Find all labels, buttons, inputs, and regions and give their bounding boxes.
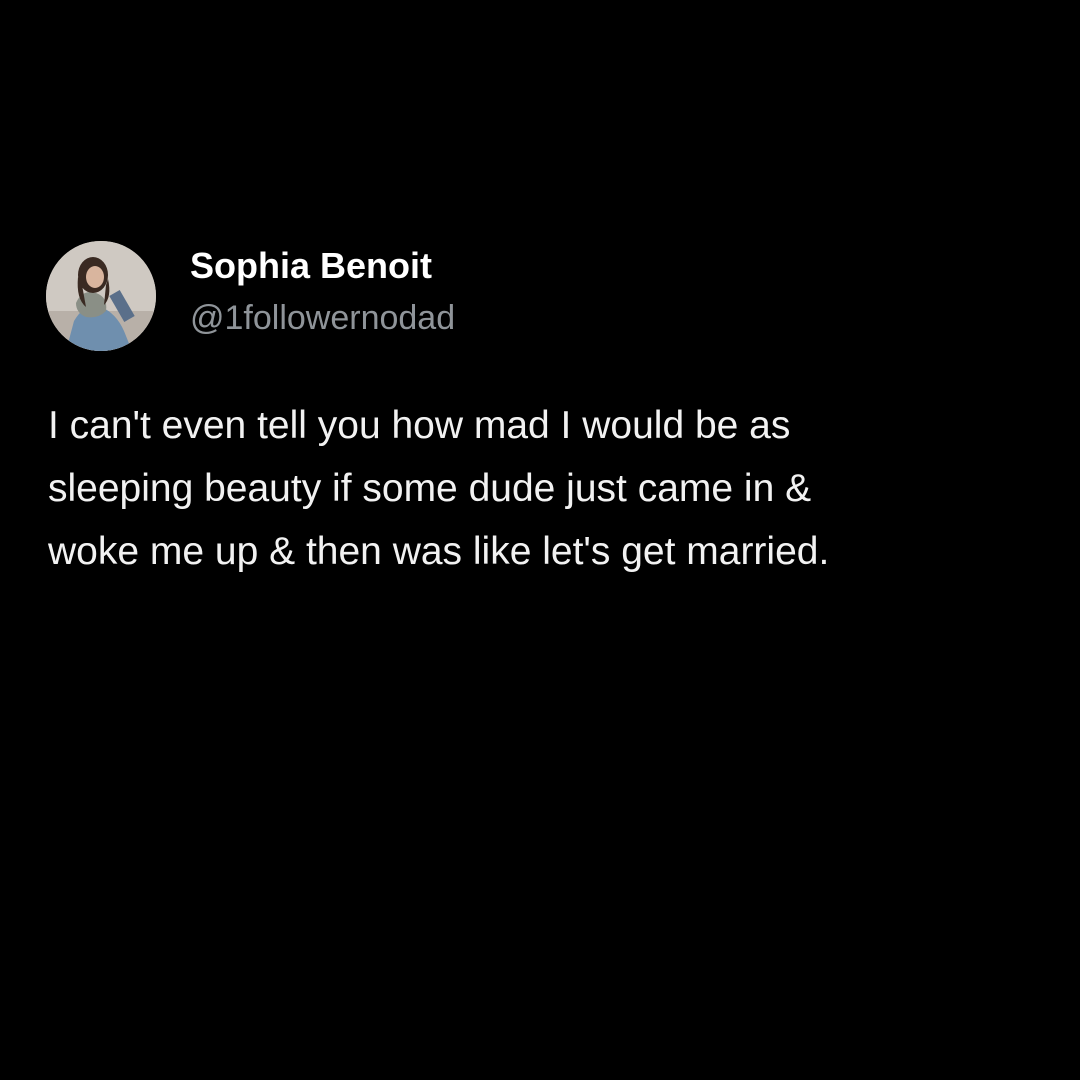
tweet-card: Sophia Benoit @1followernodad I can't ev… [0, 0, 1080, 1080]
tweet-text: I can't even tell you how mad I would be… [48, 404, 830, 573]
tweet-header: Sophia Benoit @1followernodad [46, 240, 455, 352]
profile-photo-icon [46, 241, 156, 351]
avatar[interactable] [46, 241, 156, 351]
author-display-name[interactable]: Sophia Benoit [190, 244, 455, 288]
author-identity: Sophia Benoit @1followernodad [190, 245, 455, 340]
author-handle[interactable]: @1followernodad [190, 296, 455, 340]
